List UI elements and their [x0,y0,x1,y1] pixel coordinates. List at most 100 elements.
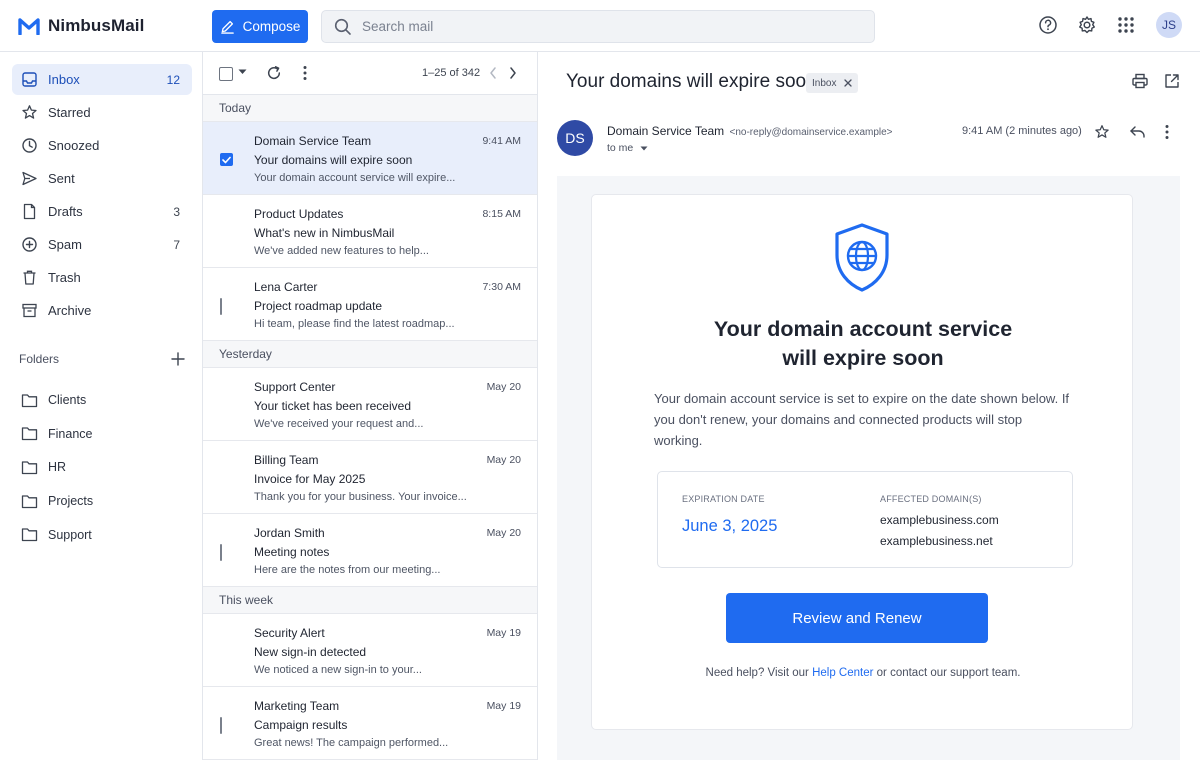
message-checkbox[interactable] [220,153,233,166]
message-snippet: Thank you for your business. Your invoic… [254,491,467,503]
sidebar-item-label: Starred [48,105,91,120]
message-row[interactable]: Jordan Smith May 20 Meeting notes Here a… [203,514,537,587]
message-sender: Billing Team [254,453,319,467]
chevron-right-icon[interactable] [508,66,518,80]
more-vertical-icon[interactable] [1164,124,1170,140]
folder-item-support[interactable]: Support [12,519,192,551]
compose-button[interactable]: Compose [212,10,308,43]
folder-item-projects[interactable]: Projects [12,485,192,517]
star-icon[interactable] [1094,124,1110,140]
remove-label-close-icon[interactable] [844,79,853,87]
message-subject: Invoice for May 2025 [254,472,366,486]
message-row[interactable]: Product Updates 8:15 AM What's new in Ni… [203,195,537,268]
message-checkbox[interactable] [220,717,233,734]
message-time: 7:30 AM [482,281,521,293]
folder-item-clients[interactable]: Clients [12,384,192,416]
message-subject: What's new in NimbusMail [254,226,395,240]
sidebar-item-label: Spam [48,237,82,252]
sidebar-item-archive[interactable]: Archive [12,295,192,326]
user-avatar[interactable]: JS [1156,12,1182,38]
message-row[interactable]: Marketing Team May 19 Campaign results G… [203,687,537,760]
message-list: 1–25 of 342 Today Domain Service Team 9:… [203,52,538,760]
drafts-count: 3 [173,204,180,219]
folders-title: Folders [19,352,60,366]
select-caret-icon[interactable] [238,69,247,75]
app-logo[interactable]: NimbusMail [18,16,144,36]
settings-gear-icon[interactable] [1076,14,1098,36]
message-row[interactable]: Security Alert May 19 New sign-in detect… [203,614,537,687]
folders-header: Folders [19,352,185,366]
search-bar[interactable] [321,10,875,43]
message-time: 8:15 AM [482,208,521,220]
expiration-info-box: EXPIRATION DATE June 3, 2025 AFFECTED DO… [657,471,1073,568]
message-checkbox[interactable] [220,544,233,561]
mailbox-nav: Inbox 12 Starred Snoozed Sent Drafts 3 S… [12,64,192,328]
print-icon[interactable] [1131,72,1149,90]
sidebar-item-drafts[interactable]: Drafts 3 [12,196,192,227]
message-subject: New sign-in detected [254,645,367,659]
apps-grid-icon[interactable] [1115,14,1137,36]
add-folder-plus-icon[interactable] [171,352,185,366]
inbox-icon [20,71,38,89]
review-and-renew-button[interactable]: Review and Renew [726,593,988,643]
message-row[interactable]: Lena Carter 7:30 AM Project roadmap upda… [203,268,537,341]
refresh-icon[interactable] [266,65,282,81]
message-time: May 20 [486,454,521,466]
sidebar-item-spam[interactable]: Spam 7 [12,229,192,260]
message-sender: Product Updates [254,207,344,221]
clock-icon [20,137,38,155]
recipient-toggle[interactable]: to me [607,142,648,154]
sidebar-item-label: Inbox [48,72,80,87]
more-vertical-icon[interactable] [302,65,308,81]
message-snippet: Great news! The campaign performed... [254,737,449,749]
reply-icon[interactable] [1129,124,1146,140]
email-content-card: Your domain account service will expire … [591,194,1133,730]
label-chip-text: Inbox [812,77,837,89]
sidebar-item-label: Archive [48,303,92,318]
message-row[interactable]: Domain Service Team 9:41 AM Your domains… [203,122,537,195]
draft-icon [20,203,38,221]
open-in-new-window-icon[interactable] [1163,72,1181,90]
top-bar: NimbusMail Compose JS [0,0,1200,52]
affected-domain-2: examplebusiness.net [880,534,993,548]
message-sender: Lena Carter [254,280,318,294]
help-icon[interactable] [1037,14,1059,36]
message-snippet: We noticed a new sign-in to your... [254,664,422,676]
reading-pane: Your domains will expire soon Inbox DS D… [538,52,1200,760]
search-input[interactable] [362,19,842,34]
affected-domains-label: AFFECTED DOMAIN(S) [880,494,982,504]
message-time: May 20 [486,381,521,393]
sidebar-item-starred[interactable]: Starred [12,97,192,128]
message-checkbox[interactable] [220,298,233,315]
help-center-link[interactable]: Help Center [812,667,873,679]
folder-item-finance[interactable]: Finance [12,418,192,450]
label-chip[interactable]: Inbox [806,73,859,93]
message-sender: Jordan Smith [254,526,325,540]
email-subject: Your domains will expire soon [566,71,817,92]
sender-line: Domain Service Team <no-reply@domainserv… [607,124,893,138]
sidebar-item-trash[interactable]: Trash [12,262,192,293]
unread-dot-icon [220,472,233,485]
email-heading: Your domain account service will expire … [592,315,1134,373]
select-all-checkbox[interactable] [219,67,233,81]
sidebar-item-sent[interactable]: Sent [12,163,192,194]
pencil-icon [220,19,235,34]
sidebar-item-inbox[interactable]: Inbox 12 [12,64,192,95]
message-snippet: Here are the notes from our meeting... [254,564,441,576]
message-subject: Your domains will expire soon [254,153,413,167]
folder-item-hr[interactable]: HR [12,451,192,483]
group-header-today: Today [203,95,537,122]
folder-label: Support [48,527,92,542]
sidebar-item-label: Sent [48,171,75,186]
message-time: 9:41 AM [482,135,521,147]
message-subject: Your ticket has been received [254,399,411,413]
message-row[interactable]: Support Center May 20 Your ticket has be… [203,368,537,441]
sender-avatar: DS [557,120,593,156]
message-row[interactable]: Billing Team May 20 Invoice for May 2025… [203,441,537,514]
pagination-range: 1–25 of 342 [422,67,481,79]
chevron-left-icon[interactable] [488,66,498,80]
help-prefix: Need help? Visit our [705,667,813,679]
sidebar-item-snoozed[interactable]: Snoozed [12,130,192,161]
message-time: May 19 [486,627,521,639]
message-time: May 19 [486,700,521,712]
